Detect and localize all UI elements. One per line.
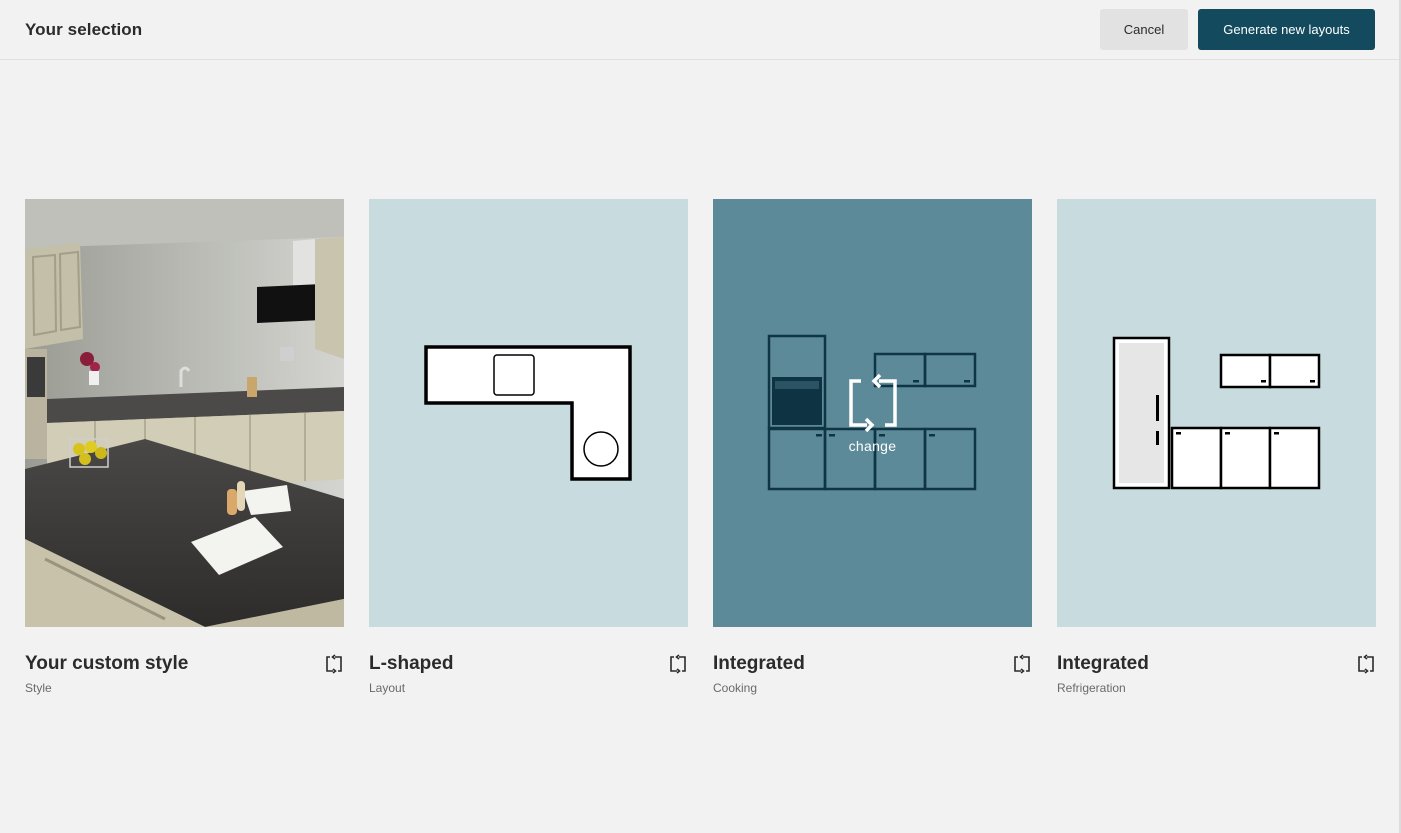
l-shaped-floorplan-tile[interactable] [369, 199, 688, 627]
generate-new-layouts-button[interactable]: Generate new layouts [1198, 9, 1375, 50]
kitchen-photo[interactable] [25, 199, 344, 627]
integrated-refrigeration-tile[interactable] [1057, 199, 1376, 627]
page-title: Your selection [25, 19, 143, 39]
change-label: change [848, 438, 897, 454]
card-meta: Integrated Refrigeration [1057, 651, 1376, 699]
card-meta: Integrated Cooking [713, 651, 1032, 699]
card-meta: Your custom style Style [25, 651, 344, 699]
card-cooking[interactable]: change Integrated Cooking [713, 199, 1032, 699]
card-meta: L-shaped Layout [369, 651, 688, 699]
swap-icon[interactable] [669, 654, 687, 674]
card-title: Integrated [713, 653, 805, 674]
card-subtitle: Style [25, 681, 52, 695]
card-style[interactable]: Your custom style Style [25, 199, 344, 699]
integrated-refrigeration-icon [1112, 336, 1321, 490]
swap-icon[interactable] [1013, 654, 1031, 674]
swap-icon [848, 373, 897, 432]
l-shaped-floorplan-icon [424, 345, 632, 481]
card-subtitle: Refrigeration [1057, 681, 1126, 695]
cancel-button[interactable]: Cancel [1100, 9, 1188, 50]
card-layout[interactable]: L-shaped Layout [369, 199, 688, 699]
card-title: Your custom style [25, 653, 189, 674]
card-subtitle: Cooking [713, 681, 758, 695]
change-overlay[interactable]: change [713, 199, 1032, 627]
card-title: L-shaped [369, 653, 454, 674]
top-bar: Your selection Cancel Generate new layou… [0, 0, 1399, 60]
swap-icon[interactable] [325, 654, 343, 674]
header-actions: Cancel Generate new layouts [1100, 9, 1375, 50]
card-title: Integrated [1057, 653, 1149, 674]
card-refrigeration[interactable]: Integrated Refrigeration [1057, 199, 1376, 699]
swap-icon[interactable] [1357, 654, 1375, 674]
card-subtitle: Layout [369, 681, 406, 695]
selection-page: Your selection Cancel Generate new layou… [0, 0, 1401, 833]
selection-cards: Your custom style Style L-shaped Layout … [25, 199, 1376, 699]
integrated-cooking-tile[interactable]: change [713, 199, 1032, 627]
